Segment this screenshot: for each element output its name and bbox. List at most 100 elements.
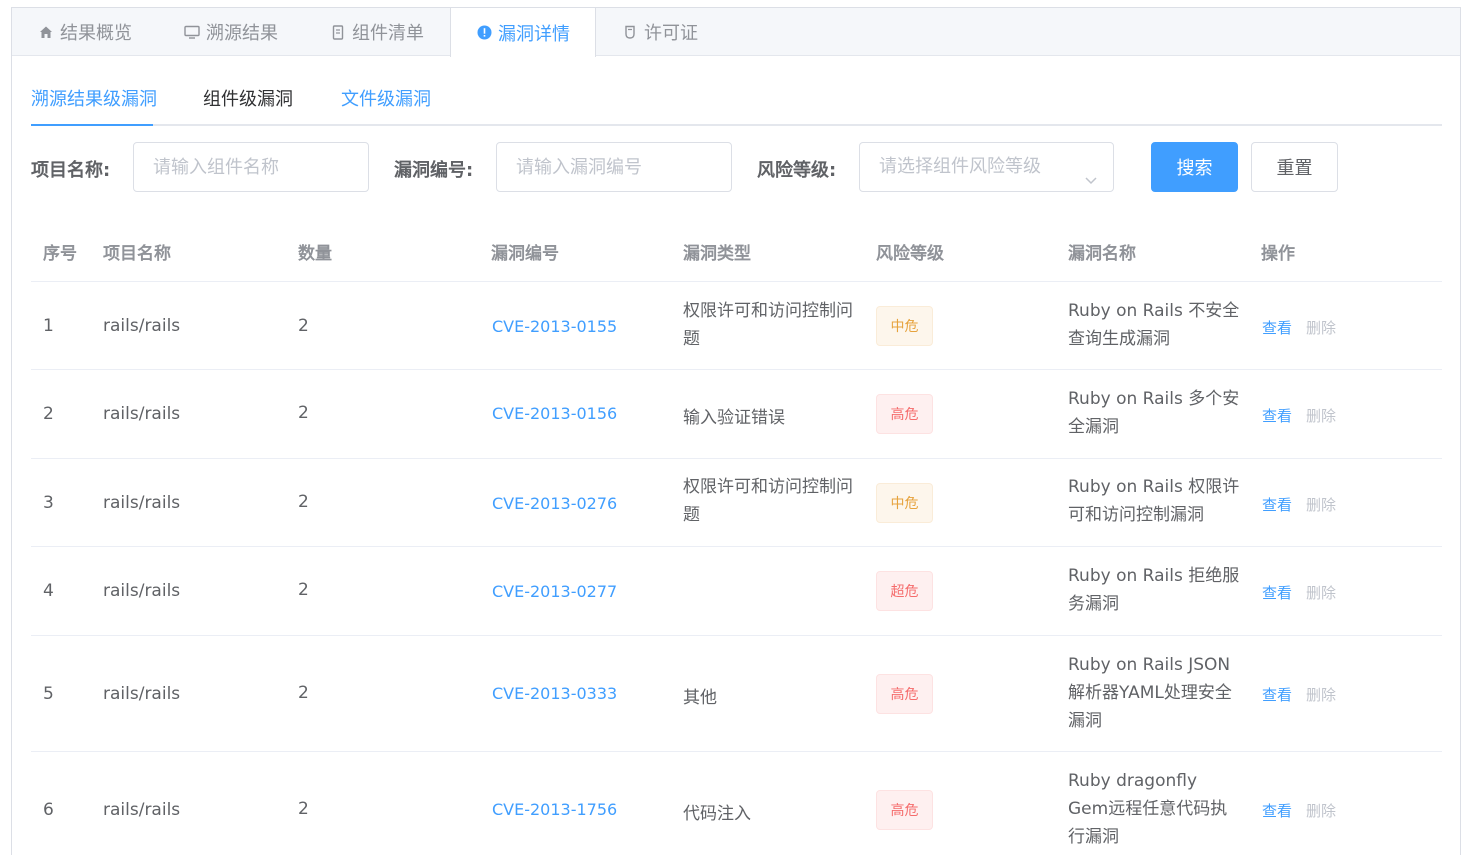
tab-trace-results[interactable]: 溯源结果 [158,8,304,56]
warning-circle-icon [476,25,492,41]
risk-badge: 高危 [876,790,933,830]
view-button[interactable]: 查看 [1262,494,1292,515]
row-type: 输入验证错误 [683,408,785,428]
row-type: 代码注入 [683,804,751,824]
header-count: 数量 [298,244,332,264]
cup-icon [622,24,638,40]
header-ops: 操作 [1261,244,1295,264]
row-cve-link[interactable]: CVE-2013-0333 [492,684,617,703]
project-name-label: 项目名称: [31,160,111,181]
table-row: 3 rails/rails 2 CVE-2013-0276 权限许可和访问控制问… [31,459,1442,547]
header-project: 项目名称 [103,244,171,264]
risk-level-label: 风险等级: [757,160,837,181]
row-count: 2 [298,403,309,423]
row-type: 权限许可和访问控制问题 [683,301,853,349]
table-row: 5 rails/rails 2 CVE-2013-0333 其他 高危 Ruby… [31,636,1442,752]
tab-label: 许可证 [644,23,698,44]
row-project: rails/rails [103,404,181,424]
row-index: 6 [43,800,54,820]
table-row: 6 rails/rails 2 CVE-2013-1756 代码注入 高危 Ru… [31,752,1442,855]
row-vuln-name: Ruby on Rails 不安全查询生成漏洞 [1068,301,1240,349]
header-type: 漏洞类型 [683,244,751,264]
table-row: 1 rails/rails 2 CVE-2013-0155 权限许可和访问控制问… [31,282,1442,370]
row-cve-link[interactable]: CVE-2013-0155 [492,317,617,336]
row-cve-link[interactable]: CVE-2013-0277 [492,582,617,601]
search-button[interactable]: 搜索 [1151,142,1238,192]
row-project: rails/rails [103,800,181,820]
row-project: rails/rails [103,684,181,704]
header-name: 漏洞名称 [1068,244,1136,264]
row-count: 2 [298,683,309,703]
risk-badge: 高危 [876,394,933,434]
row-project: rails/rails [103,316,181,336]
row-project: rails/rails [103,493,181,513]
row-type: 权限许可和访问控制问题 [683,477,853,525]
vuln-level-tabs: 溯源结果级漏洞 组件级漏洞 文件级漏洞 [31,88,1442,126]
row-vuln-name: Ruby on Rails 权限许可和访问控制漏洞 [1068,477,1240,525]
tab-license[interactable]: 许可证 [596,8,724,56]
row-count: 2 [298,316,309,336]
delete-button[interactable]: 删除 [1306,494,1336,515]
vulnerability-card: 结果概览 溯源结果 组件清单 漏洞详情 许可证 溯源结果级漏洞 组件级漏洞 文件… [11,7,1461,855]
active-tab-indicator [31,124,153,126]
project-name-input[interactable] [133,142,369,192]
row-count: 2 [298,580,309,600]
row-vuln-name: Ruby on Rails JSON解析器YAML处理安全漏洞 [1068,655,1232,731]
document-icon [330,24,346,40]
row-vuln-name: Ruby on Rails 多个安全漏洞 [1068,389,1240,437]
delete-button[interactable]: 删除 [1306,800,1336,821]
tab-trace-level-vulns[interactable]: 溯源结果级漏洞 [31,88,157,112]
tab-label: 组件清单 [352,23,424,44]
table-header: 序号 项目名称 数量 漏洞编号 漏洞类型 风险等级 漏洞名称 操作 [31,221,1442,282]
vuln-id-label: 漏洞编号: [394,160,474,181]
row-vuln-name: Ruby on Rails 拒绝服务漏洞 [1068,566,1240,614]
view-button[interactable]: 查看 [1262,317,1292,338]
risk-badge: 中危 [876,483,933,523]
tab-component-list[interactable]: 组件清单 [304,8,450,56]
row-cve-link[interactable]: CVE-2013-0276 [492,494,617,513]
row-count: 2 [298,799,309,819]
tab-vuln-details[interactable]: 漏洞详情 [450,8,596,57]
row-index: 1 [43,316,54,336]
row-index: 4 [43,581,54,601]
row-cve-link[interactable]: CVE-2013-1756 [492,800,617,819]
delete-button[interactable]: 删除 [1306,684,1336,705]
view-button[interactable]: 查看 [1262,800,1292,821]
row-project: rails/rails [103,581,181,601]
monitor-icon [184,24,200,40]
row-vuln-name: Ruby dragonfly Gem远程任意代码执行漏洞 [1068,771,1228,847]
header-index: 序号 [43,244,77,264]
risk-badge: 高危 [876,674,933,714]
risk-badge: 中危 [876,306,933,346]
view-button[interactable]: 查看 [1262,582,1292,603]
chevron-down-icon [1083,159,1099,185]
delete-button[interactable]: 删除 [1306,405,1336,426]
reset-button[interactable]: 重置 [1251,142,1338,192]
view-button[interactable]: 查看 [1262,684,1292,705]
tab-label: 溯源结果 [206,23,278,44]
tab-overview[interactable]: 结果概览 [12,8,158,56]
table-row: 4 rails/rails 2 CVE-2013-0277 超危 Ruby on… [31,547,1442,636]
row-index: 2 [43,404,54,424]
row-index: 5 [43,684,54,704]
tab-component-level-vulns[interactable]: 组件级漏洞 [203,88,293,112]
row-type: 其他 [683,688,717,708]
table-row: 2 rails/rails 2 CVE-2013-0156 输入验证错误 高危 … [31,370,1442,459]
tab-label: 漏洞详情 [498,23,570,45]
vuln-table: 序号 项目名称 数量 漏洞编号 漏洞类型 风险等级 漏洞名称 操作 1 rail… [31,221,1442,855]
row-cve-link[interactable]: CVE-2013-0156 [492,404,617,423]
delete-button[interactable]: 删除 [1306,582,1336,603]
row-index: 3 [43,493,54,513]
header-cve: 漏洞编号 [491,244,559,264]
tab-label: 结果概览 [60,23,132,44]
view-button[interactable]: 查看 [1262,405,1292,426]
risk-level-placeholder: 请选择组件风险等级 [879,156,1041,177]
header-risk: 风险等级 [876,244,944,264]
delete-button[interactable]: 删除 [1306,317,1336,338]
row-count: 2 [298,492,309,512]
vuln-id-input[interactable] [496,142,732,192]
risk-badge: 超危 [876,571,933,611]
home-icon [38,24,54,40]
tab-file-level-vulns[interactable]: 文件级漏洞 [341,88,431,112]
risk-level-select[interactable]: 请选择组件风险等级 [859,142,1114,192]
